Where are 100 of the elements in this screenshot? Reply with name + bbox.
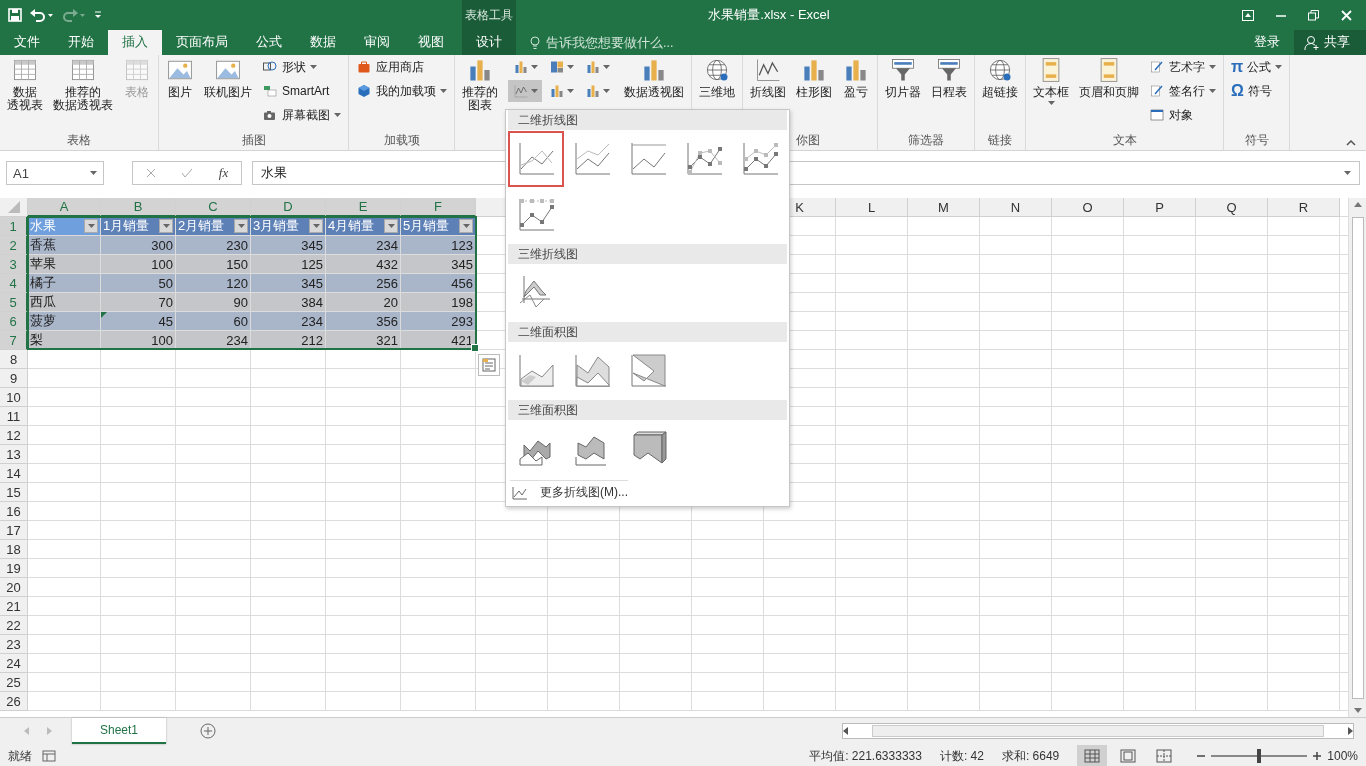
row-header[interactable]: 23 <box>0 635 28 654</box>
row-header[interactable]: 17 <box>0 521 28 540</box>
restore-icon[interactable] <box>1308 9 1319 21</box>
view-button[interactable] <box>1077 745 1108 766</box>
ribbon-button[interactable]: Ω 符号 <box>1231 80 1283 102</box>
row-header[interactable]: 16 <box>0 502 28 521</box>
ribbon-button[interactable]: SmartArt <box>262 80 341 102</box>
ribbon-button[interactable]: 三维地 <box>695 56 739 99</box>
ribbon-tab[interactable]: 数据 <box>296 30 350 55</box>
add-sheet-icon[interactable] <box>200 723 217 739</box>
undo-button[interactable] <box>30 8 54 22</box>
row-header[interactable]: 15 <box>0 483 28 502</box>
filter-button[interactable] <box>309 219 323 233</box>
zoom-in-icon[interactable] <box>1313 752 1322 760</box>
row-header[interactable]: 13 <box>0 445 28 464</box>
ribbon-tab[interactable]: 公式 <box>242 30 296 55</box>
cancel-icon[interactable] <box>145 168 156 178</box>
row-header[interactable]: 2 <box>0 236 28 255</box>
chart-type-button[interactable] <box>508 80 542 102</box>
column-header[interactable]: O <box>1052 198 1124 217</box>
row-header[interactable]: 19 <box>0 559 28 578</box>
row-header[interactable]: 11 <box>0 407 28 426</box>
tell-me-field[interactable]: 告诉我您想要做什么... <box>544 34 748 51</box>
ribbon-button[interactable]: 应用商店 <box>356 56 447 78</box>
row-header[interactable]: 4 <box>0 274 28 293</box>
column-header[interactable]: N <box>980 198 1052 217</box>
column-header[interactable]: Q <box>1196 198 1268 217</box>
ribbon-button[interactable]: 推荐的 图表 <box>458 56 502 112</box>
row-header[interactable]: 12 <box>0 426 28 445</box>
check-icon[interactable] <box>181 168 194 178</box>
chart-type-option[interactable] <box>508 131 564 187</box>
ribbon-button[interactable]: 签名行 <box>1149 80 1216 102</box>
ribbon-button[interactable]: 艺术字 <box>1149 56 1216 78</box>
row-header[interactable]: 7 <box>0 331 28 350</box>
ribbon-button[interactable]: 超链接 <box>978 56 1022 99</box>
row-header[interactable]: 3 <box>0 255 28 274</box>
ribbon-tab[interactable]: 文件 <box>0 30 54 55</box>
close-icon[interactable] <box>1341 9 1352 21</box>
row-header[interactable]: 10 <box>0 388 28 407</box>
ribbon-tab[interactable]: 页面布局 <box>162 30 242 55</box>
ribbon-button[interactable]: 数据 透视表 <box>3 56 47 112</box>
ribbon-button[interactable]: 屏幕截图 <box>262 104 341 126</box>
ribbon-button[interactable]: 联机图片 <box>200 56 256 99</box>
macro-record-icon[interactable] <box>42 750 56 762</box>
share-button[interactable]: 共享 <box>1294 30 1366 55</box>
sign-in-link[interactable]: 登录 <box>1240 30 1294 55</box>
scroll-left-icon[interactable] <box>843 727 848 735</box>
name-box[interactable]: A1 <box>6 161 104 185</box>
insert-function-button[interactable]: fx <box>218 165 229 181</box>
save-button[interactable] <box>8 8 22 22</box>
row-header[interactable]: 24 <box>0 654 28 673</box>
ribbon-tab[interactable]: 视图 <box>404 30 458 55</box>
ribbon-tab[interactable]: 插入 <box>108 30 162 55</box>
zoom-out-icon[interactable] <box>1197 752 1206 760</box>
scroll-down-icon[interactable] <box>1353 708 1362 713</box>
ribbon-button[interactable]: 日程表 <box>927 56 971 99</box>
row-header[interactable]: 9 <box>0 369 28 388</box>
filter-button[interactable] <box>84 219 98 233</box>
ribbon-button[interactable]: 切片器 <box>881 56 925 99</box>
row-header[interactable]: 18 <box>0 540 28 559</box>
row-header[interactable]: 5 <box>0 293 28 312</box>
row-header[interactable]: 22 <box>0 616 28 635</box>
ribbon-button[interactable]: 我的加载项 <box>356 80 447 102</box>
column-header[interactable]: P <box>1124 198 1196 217</box>
row-header[interactable]: 1 <box>0 217 28 236</box>
ribbon-button[interactable]: 形状 <box>262 56 341 78</box>
ribbon-options-icon[interactable] <box>1242 9 1254 21</box>
filter-button[interactable] <box>384 219 398 233</box>
scrollbar-thumb[interactable] <box>1351 216 1364 699</box>
row-header[interactable]: 21 <box>0 597 28 616</box>
ribbon-button[interactable]: 数据透视图 <box>620 56 688 99</box>
ribbon-button[interactable]: 图片 <box>162 56 198 99</box>
zoom-level[interactable]: 100% <box>1327 749 1358 763</box>
ribbon-button[interactable]: π 公式 <box>1231 56 1283 78</box>
more-charts-item[interactable]: 更多折线图(M)... <box>510 480 628 504</box>
ribbon-button[interactable]: 折线图 <box>746 56 790 99</box>
row-header[interactable]: 6 <box>0 312 28 331</box>
scroll-up-icon[interactable] <box>1353 202 1362 207</box>
ribbon-tab[interactable]: 审阅 <box>350 30 404 55</box>
sheet-tab[interactable]: Sheet1 <box>72 718 167 744</box>
scroll-right-icon[interactable] <box>1348 727 1353 735</box>
row-header[interactable]: 14 <box>0 464 28 483</box>
row-header[interactable]: 8 <box>0 350 28 369</box>
collapse-icon[interactable] <box>1346 140 1356 146</box>
filter-button[interactable] <box>159 219 173 233</box>
ribbon-button[interactable]: 页眉和页脚 <box>1075 56 1143 99</box>
column-header[interactable]: L <box>836 198 908 217</box>
column-header[interactable]: M <box>908 198 980 217</box>
ribbon-tab[interactable]: 设计 <box>462 30 516 55</box>
row-header[interactable]: 26 <box>0 692 28 711</box>
column-header[interactable]: R <box>1268 198 1340 217</box>
zoom-slider-thumb[interactable] <box>1257 749 1262 763</box>
filter-button[interactable] <box>234 219 248 233</box>
filter-button[interactable] <box>459 219 473 233</box>
customize-button[interactable] <box>94 11 102 19</box>
ribbon-button[interactable]: 文本框 <box>1029 56 1073 105</box>
ribbon-button[interactable]: 推荐的 数据透视表 <box>49 56 117 112</box>
horizontal-scrollbar[interactable] <box>842 723 1354 739</box>
row-header[interactable]: 20 <box>0 578 28 597</box>
ribbon-button[interactable]: 盈亏 <box>838 56 874 99</box>
